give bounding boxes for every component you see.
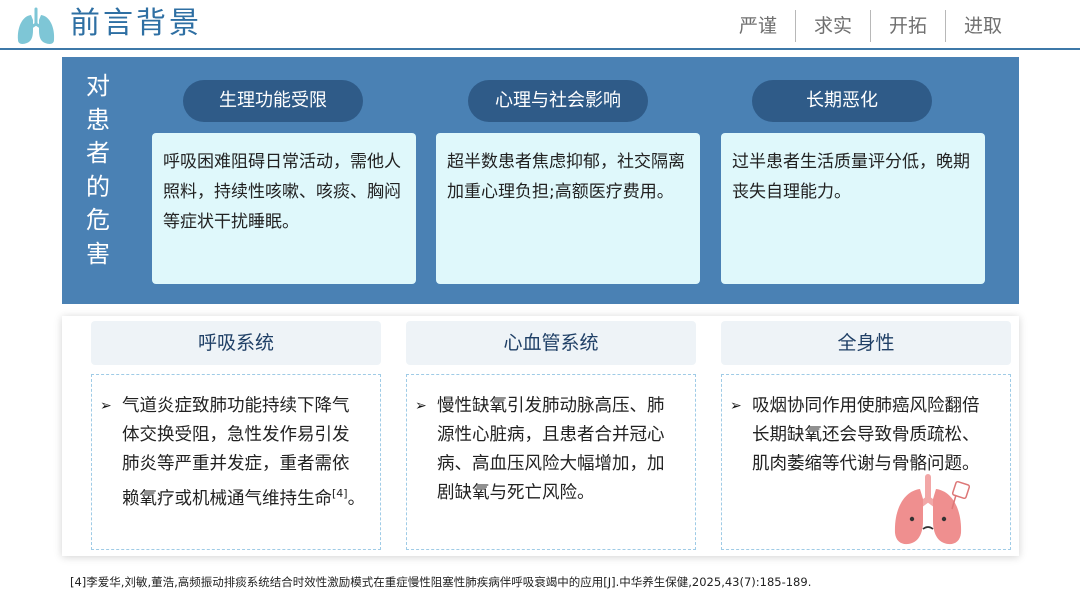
- system-header-respiratory: 呼吸系统: [91, 321, 381, 365]
- vertical-title-char: 对: [86, 72, 110, 100]
- system-header-cardiovascular: 心血管系统: [406, 321, 696, 365]
- bullet-arrow-icon: ➢: [730, 398, 742, 414]
- harm-card-long-term: 过半患者生活质量评分低，晚期丧失自理能力。: [721, 133, 985, 284]
- motto-item: 严谨: [738, 15, 777, 37]
- motto-item: 求实: [794, 10, 870, 42]
- harm-label-physical: 生理功能受限: [183, 80, 363, 122]
- page-title: 前言背景: [70, 6, 202, 41]
- footer-citation: [4]李爱华,刘敏,董浩,高频振动排痰系统结合时效性激励模式在重症慢性阻塞性肺疾…: [70, 575, 812, 589]
- harm-vertical-title: 对 患 者 的 危 害: [80, 70, 116, 271]
- system-text: 气道炎症致肺功能持续下降气体交换受阻，急性发作易引发肺炎等严重并发症，重者需依赖…: [122, 392, 366, 514]
- vertical-title-char: 者: [86, 139, 110, 167]
- motto-item: 进取: [944, 10, 1020, 42]
- vertical-title-char: 危: [86, 206, 110, 234]
- harm-label-long-term: 长期恶化: [752, 80, 932, 122]
- header: 前言背景 严谨 求实 开拓 进取: [0, 0, 1080, 50]
- bullet-arrow-icon: ➢: [100, 398, 112, 414]
- system-header-systemic: 全身性: [721, 321, 1011, 365]
- lungs-character-icon: [894, 474, 970, 545]
- system-box-respiratory: ➢ 气道炎症致肺功能持续下降气体交换受阻，急性发作易引发肺炎等严重并发症，重者需…: [91, 374, 381, 550]
- vertical-title-char: 害: [86, 239, 110, 268]
- harm-label-psychosocial: 心理与社会影响: [468, 80, 648, 122]
- vertical-title-char: 的: [86, 172, 110, 201]
- harm-card-physical: 呼吸困难阻碍日常活动，需他人照料，持续性咳嗽、咳痰、胸闷等症状干扰睡眠。: [152, 133, 416, 284]
- lungs-logo-icon: [17, 7, 55, 44]
- bullet-arrow-icon: ➢: [415, 398, 427, 414]
- system-box-cardiovascular: ➢ 慢性缺氧引发肺动脉高压、肺源性心脏病，且患者合并冠心病、高血压风险大幅增加，…: [406, 374, 696, 550]
- motto-item: 开拓: [869, 10, 945, 42]
- system-text-tail: 。: [347, 488, 366, 509]
- system-text-body: 气道炎症致肺功能持续下降气体交换受阻，急性发作易引发肺炎等严重并发症，重者需依赖…: [122, 396, 350, 509]
- harm-card-psychosocial: 超半数患者焦虑抑郁，社交隔离加重心理负担;高额医疗费用。: [436, 133, 700, 284]
- citation-ref: [4]: [332, 487, 348, 500]
- header-divider: [0, 48, 1080, 50]
- system-text: 慢性缺氧引发肺动脉高压、肺源性心脏病，且患者合并冠心病、高血压风险大幅增加，加剧…: [437, 396, 665, 503]
- vertical-title-char: 患: [86, 105, 110, 134]
- system-text: 吸烟协同作用使肺癌风险翻倍长期缺氧还会导致骨质疏松、肌肉萎缩等代谢与骨骼问题。: [752, 396, 980, 474]
- header-motto-nav: 严谨 求实 开拓 进取: [721, 10, 1020, 42]
